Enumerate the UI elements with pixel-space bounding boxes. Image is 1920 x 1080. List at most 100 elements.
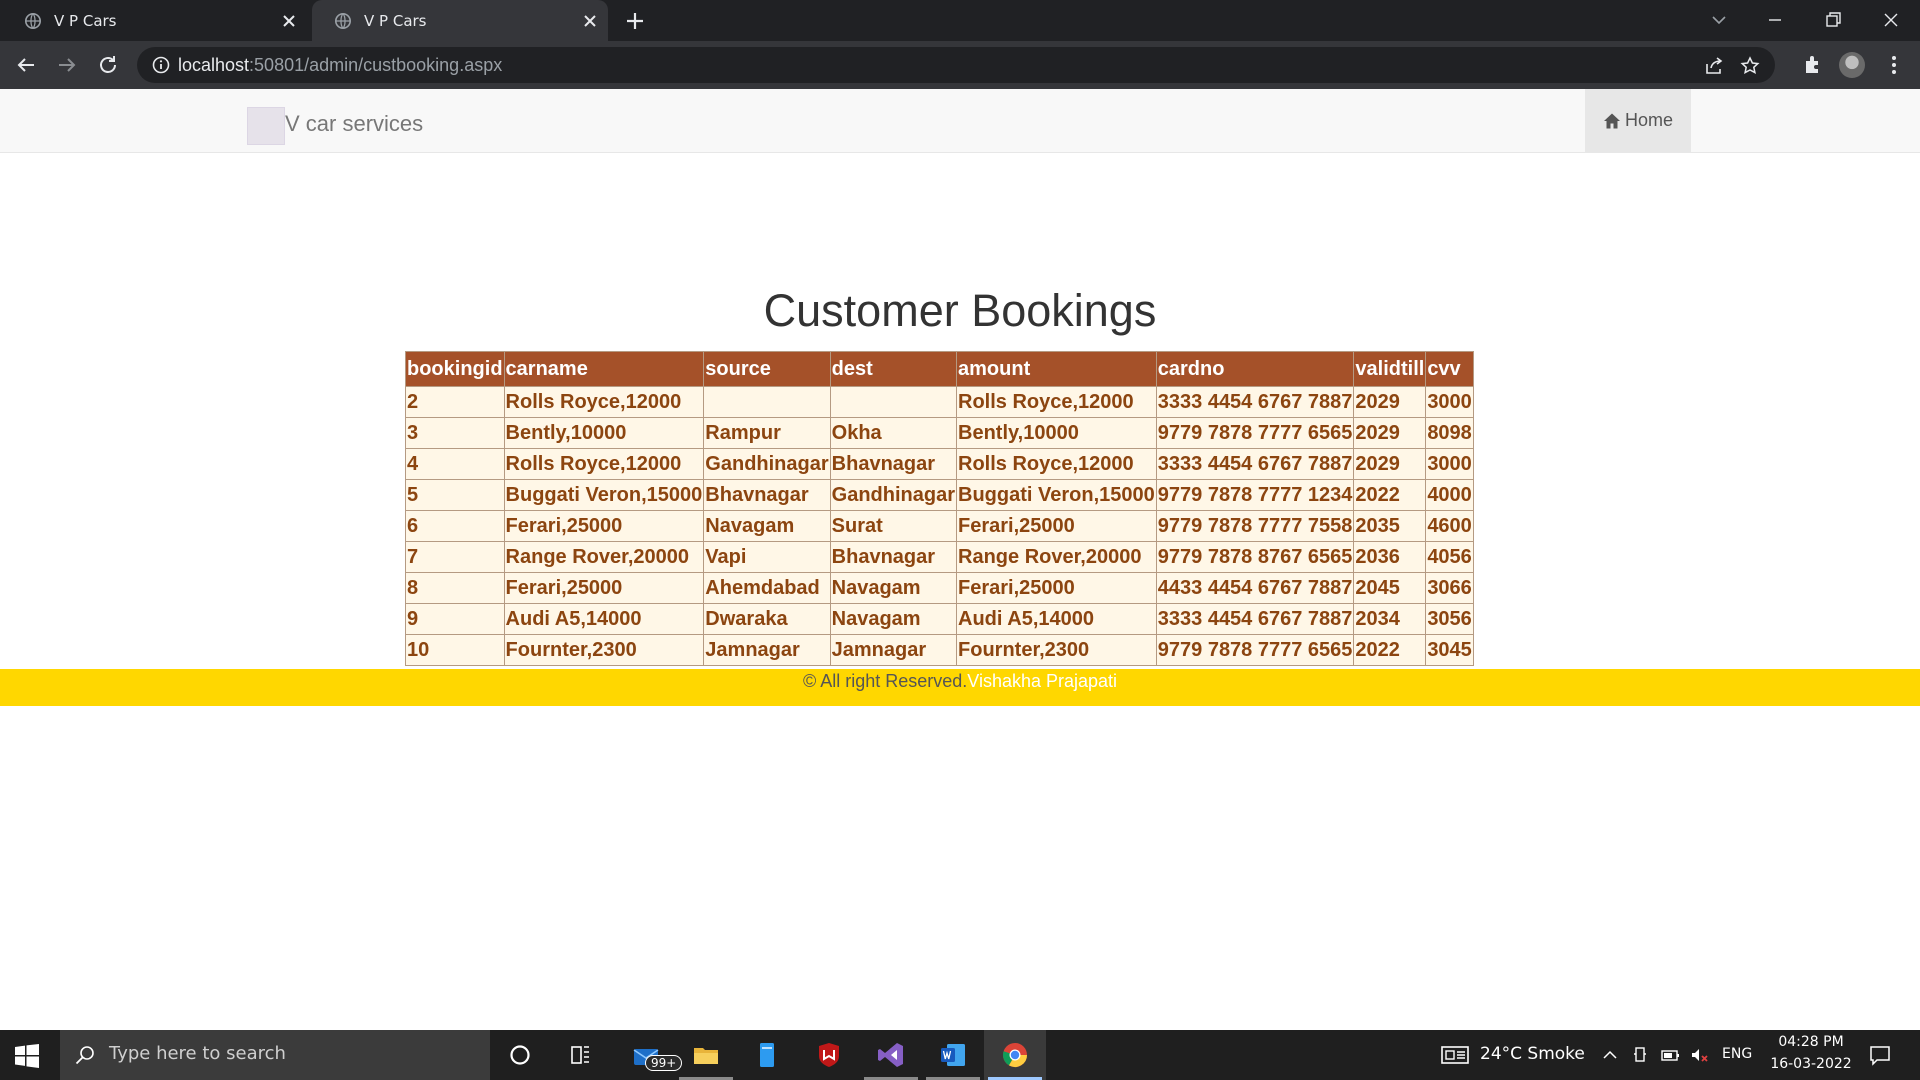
forward-icon[interactable]: [55, 53, 79, 77]
cell-dest: Okha: [829, 417, 958, 449]
cell-source: Dwaraka: [703, 603, 831, 635]
table-row: 8 Ferari,25000 Ahemdabad Navagam Ferari,2500…: [405, 572, 1474, 604]
table-header-row: bookingid carname source dest amount cardno va…: [405, 351, 1474, 387]
cortana-button[interactable]: [489, 1030, 551, 1080]
cell-source: Rampur: [703, 417, 831, 449]
site-navbar: V car services Home: [0, 89, 1920, 153]
cell-cardno: 9779 7878 7777 7558: [1155, 510, 1355, 542]
table-row: 4 Rolls Royce,12000 Gandhinagar Bhavnagar Ro…: [405, 448, 1474, 480]
clock-time[interactable]: 04:28 PM: [1776, 1034, 1846, 1050]
cell-dest: Bhavnagar: [829, 448, 958, 480]
cell-bookingid: 6: [405, 510, 505, 542]
tab-search-chevron-icon[interactable]: [1702, 5, 1736, 35]
cell-cvv: 4600: [1425, 510, 1474, 542]
cell-source: Ahemdabad: [703, 572, 831, 604]
tab-title: V P Cars: [364, 11, 427, 30]
table-row: 2 Rolls Royce,12000 Rolls Royce,12000 3333 …: [405, 386, 1474, 418]
weather-news-icon[interactable]: [1440, 1044, 1470, 1066]
cell-validtill: 2029: [1353, 448, 1427, 480]
cell-amount: Buggati Veron,15000: [956, 479, 1157, 511]
cell-bookingid: 10: [405, 634, 505, 666]
share-icon[interactable]: [1703, 55, 1725, 77]
cell-validtill: 2022: [1353, 479, 1427, 511]
cell-cardno: 9779 7878 8767 6565: [1155, 541, 1355, 573]
tab-title: V P Cars: [54, 11, 117, 30]
chevron-up-icon[interactable]: [1600, 1045, 1620, 1065]
cell-dest: Jamnagar: [829, 634, 958, 666]
cell-carname: Range Rover,20000: [503, 541, 705, 573]
battery-icon[interactable]: [1660, 1045, 1680, 1065]
taskbar-search-box[interactable]: Type here to search: [60, 1030, 490, 1080]
info-icon[interactable]: [151, 55, 171, 75]
minimize-icon[interactable]: [1758, 5, 1792, 35]
cell-dest: Gandhinagar: [829, 479, 958, 511]
cell-amount: Rolls Royce,12000: [956, 386, 1157, 418]
profile-avatar[interactable]: [1839, 52, 1865, 78]
nav-home-link[interactable]: Home: [1585, 89, 1691, 152]
visual-studio-button[interactable]: [860, 1030, 922, 1080]
browser-tab[interactable]: V P Cars: [0, 0, 307, 41]
back-icon[interactable]: [14, 53, 38, 77]
author-name: Vishakha Prajapati: [967, 671, 1118, 691]
speaker-muted-icon[interactable]: [1690, 1045, 1710, 1065]
column-header-cvv: cvv: [1425, 351, 1474, 387]
restore-icon[interactable]: [1816, 5, 1850, 35]
cell-validtill: 2022: [1353, 634, 1427, 666]
windows-start-icon[interactable]: [14, 1043, 40, 1069]
bookmark-star-icon[interactable]: [1739, 55, 1761, 77]
table-row: 9 Audi A5,14000 Dwaraka Navagam Audi A5,1400…: [405, 603, 1474, 635]
document-icon: [760, 1043, 774, 1067]
search-icon: [75, 1046, 94, 1065]
table-body: 2 Rolls Royce,12000 Rolls Royce,12000 3333 …: [405, 386, 1474, 666]
cell-carname: Rolls Royce,12000: [503, 386, 705, 418]
cell-dest: Navagam: [829, 603, 958, 635]
task-view-button[interactable]: [549, 1030, 611, 1080]
column-header-dest: dest: [829, 351, 958, 387]
address-bar[interactable]: localhost:50801/admin/custbooking.aspx: [137, 47, 1775, 83]
mail-app-button[interactable]: 99+: [615, 1030, 683, 1080]
close-tab-icon[interactable]: [580, 11, 600, 31]
cell-bookingid: 9: [405, 603, 505, 635]
cell-cardno: 3333 4454 6767 7887: [1155, 603, 1355, 635]
cell-cardno: 3333 4454 6767 7887: [1155, 386, 1355, 418]
usb-device-icon[interactable]: [1630, 1045, 1650, 1065]
cell-carname: Fournter,2300: [503, 634, 705, 666]
word-app-button[interactable]: [922, 1030, 984, 1080]
close-window-icon[interactable]: [1874, 5, 1908, 35]
notes-app-button[interactable]: [736, 1030, 798, 1080]
browser-tab-active[interactable]: V P Cars: [312, 0, 608, 41]
input-language[interactable]: ENG: [1722, 1046, 1752, 1062]
reload-icon[interactable]: [96, 53, 120, 77]
table-row: 6 Ferari,25000 Navagam Surat Ferari,25000 977…: [405, 510, 1474, 542]
cell-carname: Audi A5,14000: [503, 603, 705, 635]
globe-icon: [334, 12, 352, 29]
table-row: 3 Bently,10000 Rampur Okha Bently,10000 9779 …: [405, 417, 1474, 449]
folder-icon: [694, 1048, 718, 1064]
extensions-icon[interactable]: [1800, 53, 1824, 77]
cell-cvv: 3056: [1425, 603, 1474, 635]
cell-amount: Ferari,25000: [956, 510, 1157, 542]
cell-bookingid: 2: [405, 386, 505, 418]
page-title: Customer Bookings: [763, 285, 1157, 336]
mcafee-app-button[interactable]: [798, 1030, 860, 1080]
url-text[interactable]: localhost:50801/admin/custbooking.aspx: [178, 55, 502, 76]
copyright-text: © All right Reserved.: [802, 671, 968, 691]
weather-text[interactable]: 24°C Smoke: [1480, 1044, 1585, 1064]
chrome-app-button[interactable]: [984, 1030, 1046, 1080]
cell-validtill: 2029: [1353, 386, 1427, 418]
browser-tabstrip: V P Cars V P Cars: [0, 0, 1920, 41]
file-explorer-button[interactable]: [675, 1030, 737, 1080]
notifications-icon[interactable]: [1868, 1043, 1892, 1067]
cell-dest: Navagam: [829, 572, 958, 604]
cell-source: [703, 386, 831, 418]
close-tab-icon[interactable]: [279, 11, 299, 31]
table-row: 10 Fournter,2300 Jamnagar Jamnagar Fournter,…: [405, 634, 1474, 666]
cell-amount: Range Rover,20000: [956, 541, 1157, 573]
cell-cvv: 3000: [1425, 386, 1474, 418]
new-tab-icon[interactable]: [623, 9, 647, 33]
brand-name[interactable]: V car services: [285, 111, 423, 137]
clock-date[interactable]: 16-03-2022: [1766, 1056, 1856, 1072]
more-menu-icon[interactable]: [1882, 53, 1906, 77]
cell-validtill: 2029: [1353, 417, 1427, 449]
brand-logo-image[interactable]: [247, 107, 285, 145]
